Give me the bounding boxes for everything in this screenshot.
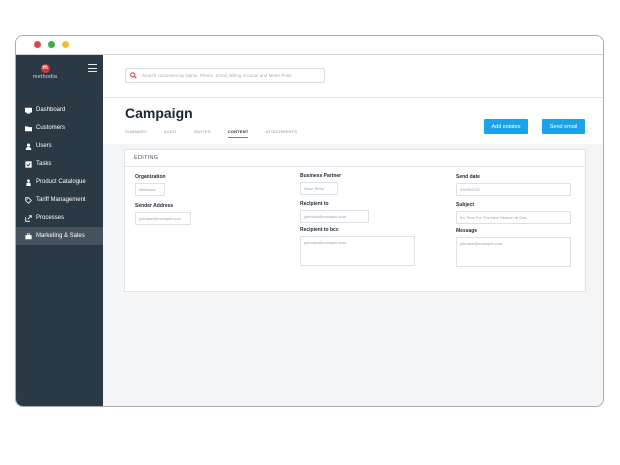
editing-card: EDITING Organization Methodia Sender Add… bbox=[124, 149, 586, 292]
sidebar-item-label: Marketing & Sales bbox=[36, 233, 85, 239]
editing-card-header: EDITING bbox=[125, 150, 585, 167]
sidebar-item-processes[interactable]: Processes bbox=[16, 209, 103, 227]
main-content: Campaign SUMMARY AUDIT INVITES CONTENT A… bbox=[103, 55, 603, 406]
subject-field: Subject It's Time For The New Season at … bbox=[456, 202, 571, 224]
message-label: Message bbox=[456, 228, 478, 234]
product-icon bbox=[25, 178, 32, 186]
brand-name: methodia bbox=[32, 74, 58, 80]
recipient-to-input[interactable]: johndoe@example.com bbox=[300, 210, 369, 223]
checkbox-icon bbox=[25, 160, 32, 168]
sidebar-item-label: Customers bbox=[36, 125, 66, 131]
recipient-to-label: Recipient to bbox=[300, 201, 329, 207]
tab-audit[interactable]: AUDIT bbox=[164, 129, 177, 138]
send-date-input[interactable]: 09/09/2021 bbox=[456, 183, 571, 196]
recipient-bcc-field: Recipient to bcc johndoe@example.com bbox=[300, 227, 415, 266]
sidebar-item-label: Tariff Management bbox=[36, 197, 86, 203]
tab-attachments[interactable]: ATTACHMENTS bbox=[265, 129, 297, 138]
message-field: Message johndoe@example.com bbox=[456, 228, 571, 267]
tab-invites[interactable]: INVITES bbox=[194, 129, 211, 138]
sidebar-item-label: Tasks bbox=[36, 161, 52, 167]
organization-label: Organization bbox=[135, 174, 166, 180]
search-box[interactable] bbox=[125, 68, 325, 83]
sender-address-input[interactable]: johndoe@example.com bbox=[135, 212, 191, 225]
briefcase-icon bbox=[25, 232, 32, 239]
logo-mark: m bbox=[40, 64, 50, 73]
add-estates-button[interactable]: Add estates bbox=[484, 119, 528, 134]
sidebar: m methodia Dashboard Customers Users Tas… bbox=[16, 55, 103, 406]
send-email-button[interactable]: Send email bbox=[542, 119, 585, 134]
dashboard-icon bbox=[25, 107, 32, 114]
tab-content[interactable]: CONTENT bbox=[227, 129, 249, 138]
recipient-to-field: Recipient to johndoe@example.com bbox=[300, 201, 369, 223]
brand-logo[interactable]: m methodia bbox=[25, 64, 65, 80]
organization-input[interactable]: Methodia bbox=[135, 183, 165, 196]
tag-icon bbox=[25, 196, 32, 204]
folder-icon bbox=[25, 125, 32, 131]
sidebar-item-tasks[interactable]: Tasks bbox=[16, 155, 103, 173]
send-date-label: Send date bbox=[456, 174, 480, 180]
subject-input[interactable]: It's Time For The New Season at Gas bbox=[456, 211, 571, 224]
sidebar-item-label: Processes bbox=[36, 215, 65, 221]
recipient-bcc-label: Recipient to bcc bbox=[300, 227, 339, 233]
business-partner-label: Business Partner bbox=[300, 173, 342, 179]
recipient-bcc-input[interactable]: johndoe@example.com bbox=[300, 236, 415, 266]
search-icon bbox=[130, 72, 137, 79]
app-window: m methodia Dashboard Customers Users Tas… bbox=[15, 35, 604, 407]
send-date-field: Send date 09/09/2021 bbox=[456, 174, 571, 196]
sidebar-item-label: Dashboard bbox=[36, 107, 66, 113]
maximize-window-button[interactable] bbox=[48, 41, 55, 48]
window-titlebar bbox=[16, 36, 603, 55]
sidebar-item-product-catalogue[interactable]: Product Catalogue bbox=[16, 173, 103, 191]
close-window-button[interactable] bbox=[34, 41, 41, 48]
tab-bar: SUMMARY AUDIT INVITES CONTENT ATTACHMENT… bbox=[125, 129, 314, 138]
page-header: Campaign SUMMARY AUDIT INVITES CONTENT A… bbox=[103, 98, 603, 144]
share-icon bbox=[25, 214, 32, 222]
sender-address-label: Sender Address bbox=[135, 203, 174, 209]
sidebar-item-label: Product Catalogue bbox=[36, 179, 86, 185]
top-search-bar bbox=[103, 55, 603, 98]
sidebar-item-tariff-management[interactable]: Tariff Management bbox=[16, 191, 103, 209]
organization-field: Organization Methodia bbox=[135, 174, 166, 196]
sender-address-field: Sender Address johndoe@example.com bbox=[135, 203, 191, 225]
sidebar-nav: Dashboard Customers Users Tasks Product … bbox=[16, 101, 103, 245]
business-partner-input[interactable]: Nose Reny bbox=[300, 182, 338, 195]
subject-label: Subject bbox=[456, 202, 475, 208]
sidebar-item-label: Users bbox=[36, 143, 52, 149]
user-icon bbox=[25, 142, 32, 150]
sidebar-item-users[interactable]: Users bbox=[16, 137, 103, 155]
sidebar-item-customers[interactable]: Customers bbox=[16, 119, 103, 137]
page-title: Campaign bbox=[125, 105, 193, 121]
minimize-window-button[interactable] bbox=[62, 41, 69, 48]
search-input[interactable] bbox=[142, 73, 317, 78]
menu-icon[interactable] bbox=[88, 64, 97, 75]
tab-summary[interactable]: SUMMARY bbox=[125, 129, 147, 138]
sidebar-item-marketing-sales[interactable]: Marketing & Sales bbox=[16, 227, 103, 245]
sidebar-item-dashboard[interactable]: Dashboard bbox=[16, 101, 103, 119]
message-input[interactable]: johndoe@example.com bbox=[456, 237, 571, 267]
business-partner-field: Business Partner Nose Reny bbox=[300, 173, 341, 195]
